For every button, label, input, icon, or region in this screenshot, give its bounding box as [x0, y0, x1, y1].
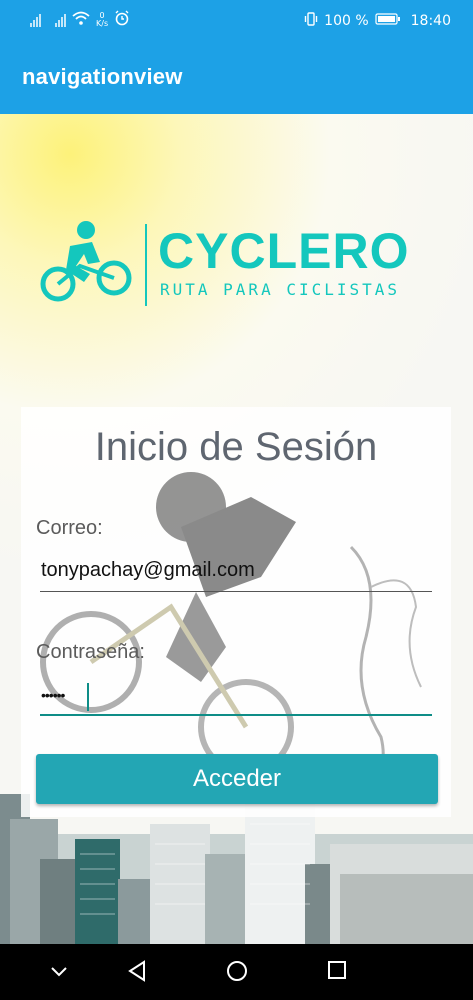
battery-percent: 100 % [324, 13, 369, 29]
battery-icon [375, 13, 401, 29]
login-card: Inicio de Sesión Correo: tonypachay@gmai… [21, 407, 451, 817]
logo-tagline: RUTA PARA CICLISTAS [160, 280, 401, 299]
alarm-icon [114, 10, 130, 30]
net-speed-unit: K/s [96, 19, 109, 28]
email-field[interactable]: tonypachay@gmail.com [41, 559, 255, 582]
signal-icon [30, 13, 41, 27]
login-screen: CYCLERO RUTA PARA CICLISTAS Inicio de Se… [0, 114, 473, 944]
status-right-group: 100 % 18:40 [304, 11, 451, 31]
recents-icon[interactable] [327, 960, 347, 984]
status-bar: 0 K/s 100 % 18:40 [0, 0, 473, 40]
net-speed: 0 K/s [96, 12, 108, 28]
chevron-down-icon[interactable] [50, 964, 68, 983]
cyclero-logo: CYCLERO RUTA PARA CICLISTAS [40, 221, 420, 312]
text-cursor [87, 683, 89, 711]
app-title: navigationview [22, 64, 183, 89]
password-field-underline [40, 714, 432, 716]
home-icon[interactable] [226, 960, 248, 986]
wifi-icon [72, 11, 90, 29]
logo-name: CYCLERO [158, 223, 410, 279]
login-title: Inicio de Sesión [94, 425, 378, 469]
password-field[interactable]: •••••• [41, 687, 65, 703]
email-field-underline [40, 591, 432, 592]
clock: 18:40 [410, 13, 451, 29]
app-bar: navigationview [0, 40, 473, 114]
email-label: Correo: [36, 517, 103, 539]
cyclist-icon [40, 221, 132, 302]
logo-divider [145, 224, 147, 306]
login-button[interactable]: Acceder [36, 754, 438, 804]
status-left-group: 0 K/s [30, 10, 130, 30]
vibrate-icon [304, 11, 318, 31]
password-label: Contraseña: [36, 641, 145, 663]
system-nav-bar [0, 944, 473, 1000]
signal-icon [55, 13, 66, 27]
back-icon[interactable] [127, 960, 147, 986]
